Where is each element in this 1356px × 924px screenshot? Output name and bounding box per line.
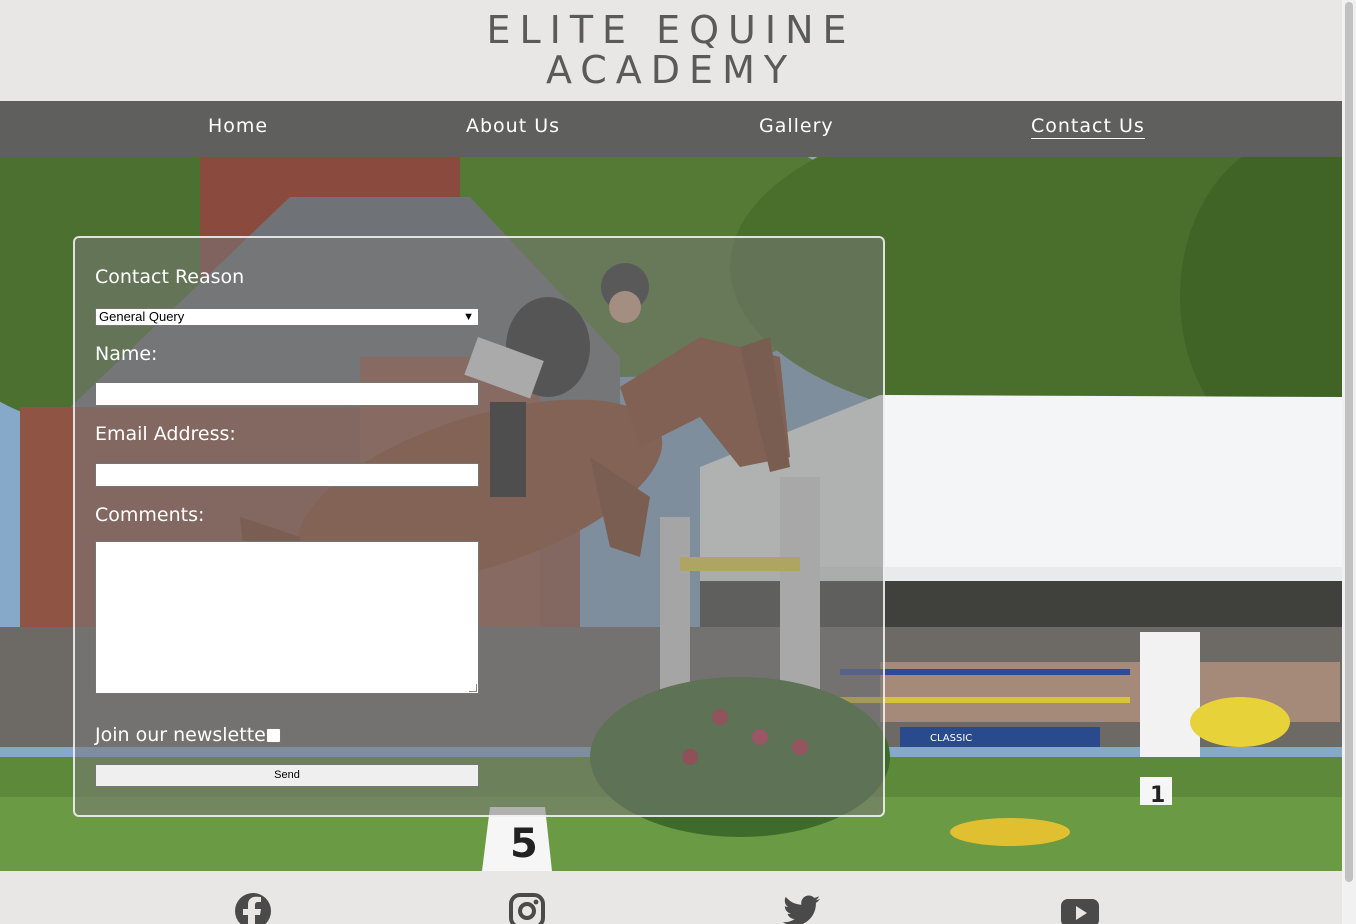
nav-home[interactable]: Home <box>208 115 268 137</box>
scrollbar-thumb[interactable] <box>1345 2 1353 882</box>
contact-reason-label: Contact Reason <box>95 266 245 288</box>
twitter-icon[interactable] <box>782 891 822 924</box>
nav-about-us[interactable]: About Us <box>466 115 560 137</box>
email-label: Email Address: <box>95 423 236 445</box>
email-field[interactable] <box>95 463 479 487</box>
nav-contact-us[interactable]: Contact Us <box>1031 115 1145 139</box>
hero-fence-number: 5 <box>510 821 538 867</box>
contact-reason-selected: General Query <box>99 309 185 324</box>
logo-line-1[interactable]: ELITE EQUINE <box>0 8 1342 52</box>
site-header: ELITE EQUINE ACADEMY <box>0 0 1342 101</box>
logo-line-2[interactable]: ACADEMY <box>0 48 1342 92</box>
facebook-icon[interactable] <box>233 891 273 924</box>
site-footer <box>0 871 1342 924</box>
youtube-icon[interactable] <box>1060 891 1100 924</box>
name-field[interactable] <box>95 382 479 406</box>
hero-fence-number-2: 1 <box>1150 783 1165 808</box>
newsletter-label: Join our newsletter <box>95 724 274 746</box>
resize-grip-icon[interactable] <box>469 684 477 692</box>
name-label: Name: <box>95 343 158 365</box>
nav-gallery[interactable]: Gallery <box>759 115 834 137</box>
contact-form-panel: Contact Reason General Query ▼ Name: Ema… <box>73 236 885 817</box>
contact-reason-select[interactable]: General Query ▼ <box>95 308 479 326</box>
send-button[interactable]: Send <box>95 764 479 787</box>
chevron-down-icon: ▼ <box>463 311 474 323</box>
instagram-icon[interactable] <box>507 891 547 924</box>
comments-label: Comments: <box>95 504 205 526</box>
comments-textarea[interactable] <box>95 541 479 694</box>
page-scrollbar[interactable] <box>1342 0 1356 924</box>
hero-banner-text: CLASSIC <box>930 733 972 744</box>
main-nav: Home About Us Gallery Contact Us <box>0 101 1342 157</box>
newsletter-checkbox[interactable] <box>266 728 281 743</box>
